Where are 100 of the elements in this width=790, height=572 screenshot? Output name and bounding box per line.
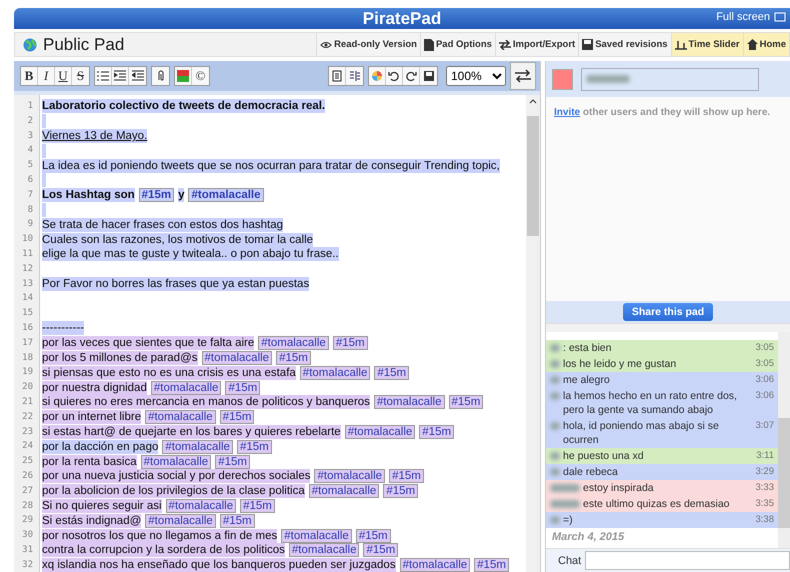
pad-text: y (178, 188, 184, 202)
hashtag: #15m (332, 336, 368, 350)
resize-handle[interactable] (546, 323, 790, 332)
blurred-name (550, 422, 560, 430)
swap-arrows-icon (515, 69, 531, 83)
format-button[interactable]: S (72, 67, 89, 85)
pad-text: Viernes 13 de Mayo. (42, 128, 148, 143)
flag-icon (177, 70, 189, 82)
hashtag: #15m (215, 454, 250, 469)
message-text: he puesto una xd (563, 449, 645, 463)
outdent-icon (132, 70, 144, 82)
user-color-swatch[interactable] (552, 68, 573, 90)
fullscreen-button[interactable]: Full screen (716, 11, 786, 23)
message-text: me alegro (563, 373, 611, 387)
pad-text: si piensas que esto no es una crisis es una estafa (42, 366, 296, 380)
list-button[interactable] (95, 67, 112, 85)
hashtag: #tomalacalle (400, 558, 470, 572)
color-button[interactable] (369, 67, 386, 85)
undo-button[interactable] (386, 67, 403, 85)
pad-action-button[interactable]: Home (742, 33, 789, 56)
redo-button[interactable] (403, 67, 420, 85)
save-button[interactable] (420, 67, 437, 85)
pad-text: Si no quieres seguir asi (42, 498, 162, 513)
hashtag: #15m (383, 484, 418, 498)
hashtag: #tomalacalle (145, 410, 216, 424)
swap-button[interactable] (510, 62, 536, 90)
invite-link[interactable]: Invite (554, 107, 580, 118)
pad-text: Laboratorio colectivo de tweets de democracia real. (42, 99, 326, 114)
message-time: 3:07 (754, 419, 774, 433)
columns-button[interactable] (346, 67, 363, 85)
pad-text: por una nueva justicia social y por derechos sociales (42, 469, 310, 484)
line-number: 32 (21, 558, 34, 572)
line-number: 25 (21, 455, 34, 468)
line-number: 4 (26, 144, 34, 158)
line-number: 31 (21, 544, 34, 557)
indent-button[interactable] (112, 67, 129, 85)
message-time: 3:35 (754, 497, 774, 511)
document-button[interactable] (329, 67, 346, 85)
line-number: 21 (21, 396, 34, 409)
eye-icon (320, 40, 332, 50)
hashtag: #15m (419, 424, 454, 439)
hashtag: #15m (474, 558, 509, 572)
copyright-button[interactable]: © (192, 67, 209, 85)
hashtag: #tomalacalle (308, 484, 380, 498)
hashtag: #tomalacalle (300, 366, 370, 380)
scrollbar-thumb[interactable] (778, 418, 790, 528)
scrollbar-thumb[interactable] (527, 116, 539, 236)
chat-label: Chat (558, 554, 582, 566)
hashtag: #tomalacalle (281, 528, 352, 542)
line-number: 9 (26, 218, 34, 232)
pad-text: La idea es id poniendo tweets que se nos ocurran para tratar de conseguir Trending topic, (42, 158, 500, 173)
message-time: 3:11 (755, 449, 774, 463)
slider-icon (674, 39, 687, 50)
line-number: 6 (26, 174, 34, 187)
line-number: 12 (21, 262, 34, 276)
message-time: 3:05 (754, 357, 774, 371)
line-number: 7 (26, 188, 34, 202)
line-number: 3 (26, 130, 34, 143)
hashtag: #15m (276, 350, 311, 365)
flag-button[interactable] (175, 67, 192, 85)
message-text: este ultimo quizas es demasiao (583, 497, 730, 511)
pad-text: Cuales son las razones, los motivos de tomar la calle (42, 232, 314, 247)
message-text: estoy inspirada (583, 481, 655, 495)
chat-input[interactable] (585, 551, 790, 570)
pad-text: Se trata de hacer frases con estos dos hashtag (42, 218, 284, 232)
chat-scrollbar[interactable] (778, 332, 790, 548)
scroll-up-icon (529, 98, 537, 104)
arrows-icon (498, 40, 511, 50)
pad-text: por nuestra dignidad (42, 380, 147, 395)
format-button[interactable]: I (38, 67, 55, 85)
hashtag: #tomalacalle (374, 395, 445, 410)
pad-action-button[interactable]: Import/Export (494, 33, 578, 56)
pad-text: por las veces que sientes que te falta aire (42, 336, 254, 350)
pad-action-button[interactable]: Time Slider (670, 33, 743, 56)
pad-text: si quieres no eres mercancia en manos de politicos y banqueros (42, 395, 370, 410)
hashtag: #tomalacalle (314, 469, 386, 484)
hashtag: #15m (138, 188, 174, 202)
line-number: 1 (26, 100, 34, 113)
hashtag: #tomalacalle (258, 336, 329, 350)
format-button[interactable]: U (55, 67, 72, 85)
pad-text: por la abolicion de los privilegios de la clase politica (42, 484, 305, 498)
pad-text: Los Hashtag son (42, 188, 135, 202)
zoom-select[interactable]: 100% (446, 66, 506, 86)
scrollbar[interactable] (526, 95, 540, 572)
app-title: PiratePad (362, 8, 442, 28)
format-button[interactable]: B (21, 67, 38, 85)
hashtag: #tomalacalle (288, 543, 360, 558)
pad-text: si estas hart@ de quejarte en los bares y quieres rebelarte (42, 424, 341, 439)
hashtag: #15m (389, 469, 424, 484)
pad-text: por nosotros los que no llegamos a fin de mes (42, 528, 278, 542)
outdent-button[interactable] (129, 67, 146, 85)
pad-text: por los 5 millones de parad@s (42, 350, 198, 365)
line-number: 5 (26, 159, 34, 172)
hashtag: #15m (356, 528, 391, 542)
name-field[interactable] (581, 68, 759, 90)
line-number: 23 (21, 426, 34, 439)
pad-text: elige la que mas te guste y twiteala.. o pon abajo tu frase.. (42, 247, 339, 262)
hashtag: #tomalacalle (150, 380, 222, 395)
line-number: 15 (21, 307, 34, 320)
share-button[interactable]: Share this pad (622, 303, 714, 321)
